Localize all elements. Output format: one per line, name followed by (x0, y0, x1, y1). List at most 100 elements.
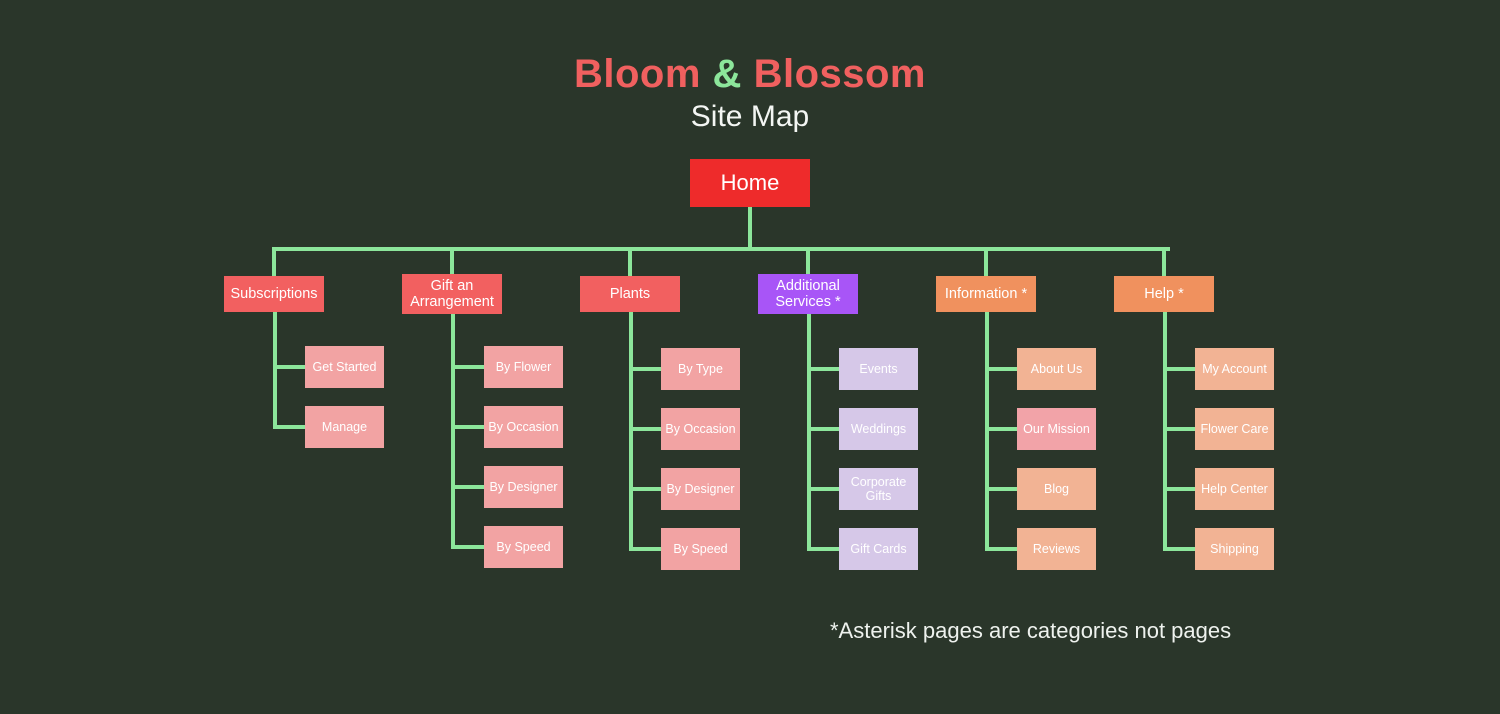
node-information-child-3[interactable]: Reviews (1017, 528, 1096, 570)
asterisk-footnote: *Asterisk pages are categories not pages (830, 618, 1232, 643)
connector-branch-drop-subscriptions (272, 247, 276, 278)
node-subscriptions[interactable]: Subscriptions (224, 276, 324, 312)
node-additional-services-child-1[interactable]: Weddings (839, 408, 918, 450)
connector-stub-plants-3 (629, 547, 661, 551)
connector-rail-help (1163, 311, 1167, 551)
node-gift-an-arrangement-child-3-label: By Speed (496, 540, 551, 554)
node-information-child-1-label: Our Mission (1023, 422, 1090, 436)
connector-stub-additional-services-3 (807, 547, 839, 551)
connector-branch-drop-help (1162, 247, 1166, 278)
node-subscriptions-child-1-label: Manage (321, 420, 368, 434)
node-additional-services[interactable]: Additional Services * (758, 274, 858, 314)
node-help[interactable]: Help * (1114, 276, 1214, 312)
connector-stub-plants-1 (629, 427, 661, 431)
node-gift-an-arrangement-child-1-label: By Occasion (488, 420, 559, 434)
connector-branch-drop-information (984, 247, 988, 278)
node-plants-child-0-label: By Type (678, 362, 723, 376)
node-help-child-2[interactable]: Help Center (1195, 468, 1274, 510)
node-plants-child-2-label: By Designer (666, 482, 735, 496)
brand-first-word: Bloom (573, 52, 701, 96)
connector-stub-additional-services-1 (807, 427, 839, 431)
node-help-child-1[interactable]: Flower Care (1195, 408, 1274, 450)
node-gift-an-arrangement-child-1[interactable]: By Occasion (484, 406, 563, 448)
node-help-child-2-label: Help Center (1201, 482, 1268, 496)
node-help-child-0[interactable]: My Account (1195, 348, 1274, 390)
node-help-child-1-label: Flower Care (1200, 422, 1269, 436)
node-additional-services-child-1-label: Weddings (850, 422, 907, 436)
connector-branch-drop-additional-services (806, 247, 810, 276)
page-subtitle: Site Map (690, 100, 810, 133)
node-additional-services-child-2-label: Corporate Gifts (850, 475, 907, 503)
node-subscriptions-child-0-label: Get Started (312, 360, 377, 374)
brand-ampersand: & (712, 52, 742, 96)
page-title: Bloom & Blossom (0, 52, 1500, 97)
connector-rail-subscriptions (273, 311, 277, 429)
connector-stub-gift-an-arrangement-2 (451, 485, 484, 489)
node-home[interactable]: Home (690, 159, 810, 207)
connector-stub-additional-services-2 (807, 487, 839, 491)
connector-stub-gift-an-arrangement-3 (451, 545, 484, 549)
node-subscriptions-child-0[interactable]: Get Started (305, 346, 384, 388)
brand-second-word: Blossom (753, 52, 926, 96)
node-information-child-3-label: Reviews (1032, 542, 1081, 556)
sitemap-canvas: Bloom & Blossom Site Map Home Subscriptio… (0, 0, 1500, 714)
node-gift-an-arrangement-child-3[interactable]: By Speed (484, 526, 563, 568)
node-help-label: Help * (1144, 285, 1184, 302)
node-plants-child-0[interactable]: By Type (661, 348, 740, 390)
node-subscriptions-label: Subscriptions (230, 285, 318, 302)
node-information-child-0-label: About Us (1030, 362, 1083, 376)
node-information-child-1[interactable]: Our Mission (1017, 408, 1096, 450)
connector-rail-gift-an-arrangement (451, 313, 455, 549)
node-additional-services-child-3[interactable]: Gift Cards (839, 528, 918, 570)
connector-stub-help-3 (1163, 547, 1195, 551)
connector-stub-information-0 (985, 367, 1017, 371)
connector-stub-gift-an-arrangement-1 (451, 425, 484, 429)
node-additional-services-child-0-label: Events (859, 362, 898, 376)
node-gift-an-arrangement-child-2-label: By Designer (489, 480, 558, 494)
node-home-label: Home (720, 169, 780, 195)
node-plants[interactable]: Plants (580, 276, 680, 312)
connector-rail-additional-services (807, 313, 811, 551)
node-gift-an-arrangement-label: Gift an Arrangement (410, 277, 494, 310)
node-information-label: Information * (944, 285, 1028, 302)
connector-stub-gift-an-arrangement-0 (451, 365, 484, 369)
connector-stub-additional-services-0 (807, 367, 839, 371)
node-information[interactable]: Information * (936, 276, 1036, 312)
node-help-child-0-label: My Account (1202, 362, 1267, 376)
node-help-child-3-label: Shipping (1210, 542, 1259, 556)
connector-rail-information (985, 311, 989, 551)
connector-stub-plants-2 (629, 487, 661, 491)
node-plants-child-1[interactable]: By Occasion (661, 408, 740, 450)
connector-stub-help-2 (1163, 487, 1195, 491)
connector-main-bus (273, 247, 1170, 251)
node-gift-an-arrangement-child-2[interactable]: By Designer (484, 466, 563, 508)
connector-stub-information-1 (985, 427, 1017, 431)
node-additional-services-child-0[interactable]: Events (839, 348, 918, 390)
node-plants-label: Plants (609, 285, 651, 302)
node-additional-services-label: Additional Services * (775, 277, 841, 310)
node-plants-child-1-label: By Occasion (665, 422, 736, 436)
node-information-child-0[interactable]: About Us (1017, 348, 1096, 390)
connector-branch-drop-plants (628, 247, 632, 278)
node-additional-services-child-2[interactable]: Corporate Gifts (839, 468, 918, 510)
node-plants-child-2[interactable]: By Designer (661, 468, 740, 510)
node-gift-an-arrangement-child-0[interactable]: By Flower (484, 346, 563, 388)
connector-branch-drop-gift-an-arrangement (450, 247, 454, 276)
node-subscriptions-child-1[interactable]: Manage (305, 406, 384, 448)
connector-stub-help-1 (1163, 427, 1195, 431)
node-plants-child-3-label: By Speed (673, 542, 728, 556)
connector-stub-information-3 (985, 547, 1017, 551)
connector-stub-plants-0 (629, 367, 661, 371)
connector-stub-help-0 (1163, 367, 1195, 371)
node-gift-an-arrangement-child-0-label: By Flower (495, 360, 552, 374)
node-additional-services-child-3-label: Gift Cards (850, 542, 907, 556)
connector-root-stem (748, 206, 752, 251)
node-plants-child-3[interactable]: By Speed (661, 528, 740, 570)
connector-stub-subscriptions-0 (273, 365, 305, 369)
node-help-child-3[interactable]: Shipping (1195, 528, 1274, 570)
node-information-child-2-label: Blog (1043, 482, 1070, 496)
node-information-child-2[interactable]: Blog (1017, 468, 1096, 510)
connector-stub-information-2 (985, 487, 1017, 491)
connector-stub-subscriptions-1 (273, 425, 305, 429)
node-gift-an-arrangement[interactable]: Gift an Arrangement (402, 274, 502, 314)
